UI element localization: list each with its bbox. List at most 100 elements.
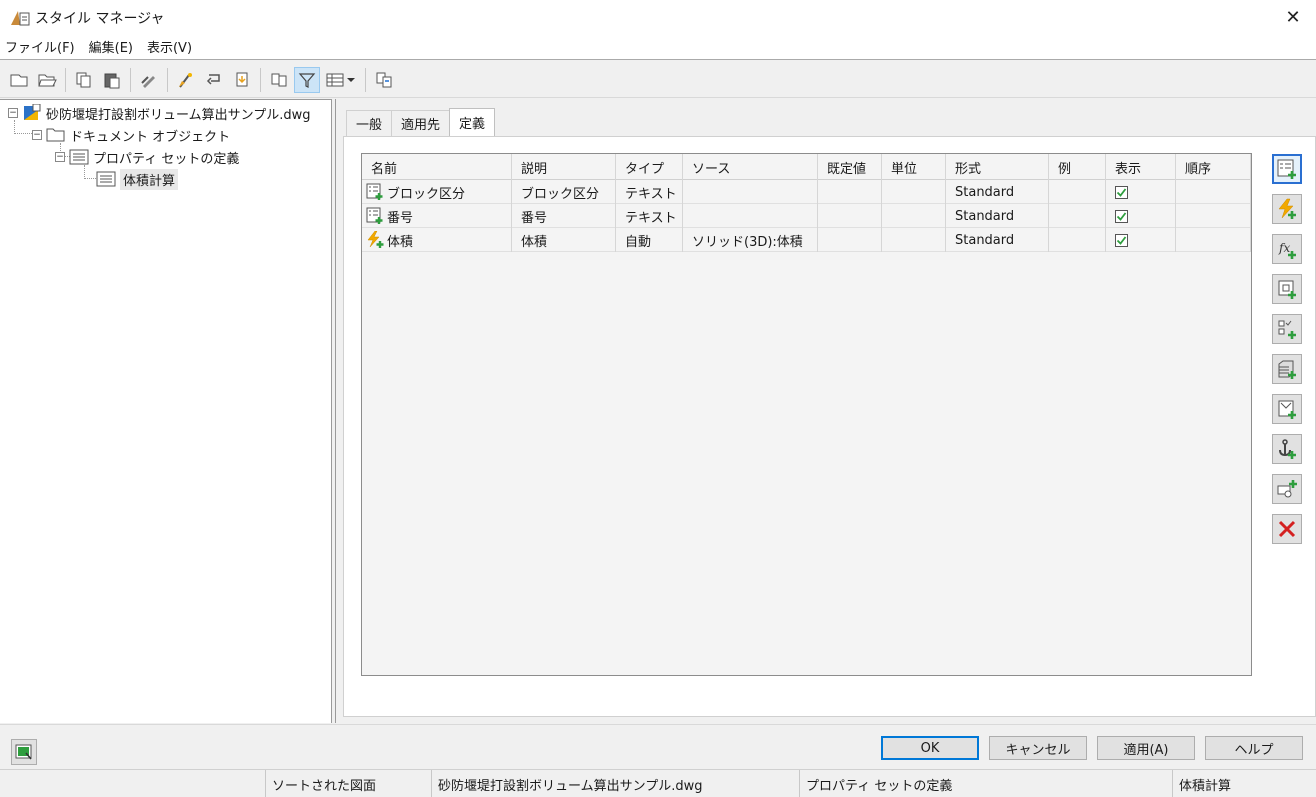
cell-type[interactable]: テキスト [616, 180, 683, 204]
cancel-button[interactable]: キャンセル [989, 736, 1087, 760]
tree-node-property-set-definitions[interactable]: − プロパティ セットの定義 [55, 146, 239, 168]
column-header-name[interactable]: 名前 [362, 154, 512, 180]
help-button[interactable]: ヘルプ [1205, 736, 1303, 760]
toolbar-separator [65, 67, 66, 92]
cell-description[interactable]: 番号 [512, 204, 616, 228]
cell-default[interactable] [818, 228, 882, 252]
visible-checkbox[interactable] [1115, 233, 1128, 247]
tab-applies-to[interactable]: 適用先 [391, 110, 451, 136]
menu-bar: ファイル(F) 編集(E) 表示(V) [0, 34, 1316, 60]
tree-node-label: ドキュメント オブジェクト [70, 129, 231, 145]
add-graphic-property-button[interactable] [1272, 474, 1302, 504]
add-formula-property-button[interactable]: fx [1272, 234, 1302, 264]
collapse-icon[interactable]: − [32, 130, 42, 140]
style-manager-icon [10, 8, 30, 26]
column-header-units[interactable]: 単位 [882, 154, 946, 180]
column-header-type[interactable]: タイプ [616, 154, 683, 180]
tab-definition[interactable]: 定義 [449, 108, 496, 136]
folder-icon [46, 126, 66, 144]
column-header-format[interactable]: 形式 [946, 154, 1049, 180]
cell-type[interactable]: 自動 [616, 228, 683, 252]
column-header-description[interactable]: 説明 [512, 154, 616, 180]
menu-view[interactable]: 表示(V) [142, 37, 199, 56]
add-project-property-button[interactable] [1272, 394, 1302, 424]
status-drawing-file: 砂防堰堤打設割ボリューム算出サンプル.dwg [431, 770, 799, 797]
set-from-icon[interactable] [229, 67, 255, 93]
add-anchor-property-icon [1279, 439, 1296, 459]
add-automatic-property-button[interactable] [1272, 194, 1302, 224]
cell-format[interactable]: Standard [946, 180, 1049, 204]
add-manual-property-button[interactable] [1272, 154, 1302, 184]
tree-node-drawing[interactable]: − 砂防堰堤打設割ボリューム算出サンプル.dwg [8, 102, 311, 124]
compare-icon[interactable] [266, 67, 292, 93]
check-icon [1116, 211, 1127, 221]
cell-name[interactable]: 体積 [362, 228, 512, 252]
table-row[interactable]: 番号 番号 テキスト Standard [362, 204, 1251, 228]
filter-icon[interactable] [294, 66, 320, 93]
cell-description[interactable]: ブロック区分 [512, 180, 616, 204]
cell-format[interactable]: Standard [946, 204, 1049, 228]
apply-button[interactable]: 適用(A) [1097, 736, 1195, 760]
cell-order[interactable] [1176, 228, 1251, 252]
cell-description[interactable]: 体積 [512, 228, 616, 252]
visible-checkbox[interactable] [1115, 209, 1128, 223]
copy-icon[interactable] [71, 67, 97, 93]
cell-source[interactable]: ソリッド(3D):体積 [683, 228, 818, 252]
menu-file[interactable]: ファイル(F) [0, 37, 82, 56]
column-header-order[interactable]: 順序 [1176, 154, 1251, 180]
status-sorted-drawings: ソートされた図面 [265, 770, 431, 797]
add-location-property-button[interactable] [1272, 274, 1302, 304]
cell-type[interactable]: テキスト [616, 204, 683, 228]
delete-property-button[interactable] [1272, 514, 1302, 544]
new-icon[interactable] [6, 67, 32, 93]
cell-default[interactable] [818, 180, 882, 204]
tab-general[interactable]: 一般 [346, 110, 393, 136]
column-header-example[interactable]: 例 [1049, 154, 1106, 180]
table-row[interactable]: 体積 体積 自動 ソリッド(3D):体積 Standard [362, 228, 1251, 252]
cell-order[interactable] [1176, 180, 1251, 204]
visible-checkbox[interactable] [1115, 185, 1128, 199]
tree-node-document-objects[interactable]: − ドキュメント オブジェクト [32, 124, 230, 146]
tree-node-label: 砂防堰堤打設割ボリューム算出サンプル.dwg [46, 107, 311, 123]
close-button[interactable]: ✕ [1270, 0, 1316, 34]
add-material-property-button[interactable] [1272, 354, 1302, 384]
check-icon [1116, 235, 1127, 245]
ok-button[interactable]: OK [881, 736, 979, 760]
cell-example[interactable] [1049, 204, 1106, 228]
toggle-view-icon[interactable] [201, 67, 227, 93]
edit-style-icon[interactable] [136, 67, 162, 93]
send-icon[interactable] [371, 67, 397, 93]
cell-order[interactable] [1176, 204, 1251, 228]
view-mode-icon[interactable] [322, 67, 360, 93]
table-row[interactable]: ブロック区分 ブロック区分 テキスト Standard [362, 180, 1251, 204]
toolbar-separator [130, 67, 131, 92]
add-anchor-property-button[interactable] [1272, 434, 1302, 464]
cell-source[interactable] [683, 180, 818, 204]
collapse-icon[interactable]: − [8, 108, 18, 118]
cell-name[interactable]: 番号 [362, 204, 512, 228]
cell-example[interactable] [1049, 180, 1106, 204]
column-header-source[interactable]: ソース [683, 154, 818, 180]
open-icon[interactable] [34, 67, 60, 93]
column-header-default[interactable]: 既定値 [818, 154, 882, 180]
viewer-button[interactable] [11, 739, 37, 765]
toolbar-separator [167, 67, 168, 92]
cell-units[interactable] [882, 204, 946, 228]
cell-format[interactable]: Standard [946, 228, 1049, 252]
add-classification-property-button[interactable] [1272, 314, 1302, 344]
cell-example[interactable] [1049, 228, 1106, 252]
collapse-icon[interactable]: − [55, 152, 65, 162]
cell-default[interactable] [818, 204, 882, 228]
cell-units[interactable] [882, 180, 946, 204]
pane-splitter[interactable] [332, 99, 336, 723]
paste-icon[interactable] [99, 67, 125, 93]
cell-units[interactable] [882, 228, 946, 252]
cell-source[interactable] [683, 204, 818, 228]
menu-edit[interactable]: 編集(E) [84, 37, 140, 56]
dialog-button-area: OK キャンセル 適用(A) ヘルプ [0, 724, 1316, 768]
cell-name[interactable]: ブロック区分 [362, 180, 512, 204]
tree-node-volume-calc[interactable]: 体積計算 [96, 168, 179, 190]
column-header-visible[interactable]: 表示 [1106, 154, 1176, 180]
definition-tab-content: 名前 説明 タイプ ソース 既定値 単位 形式 例 表示 順序 ブロック区分 ブ… [343, 136, 1316, 717]
purge-icon[interactable] [173, 67, 199, 93]
